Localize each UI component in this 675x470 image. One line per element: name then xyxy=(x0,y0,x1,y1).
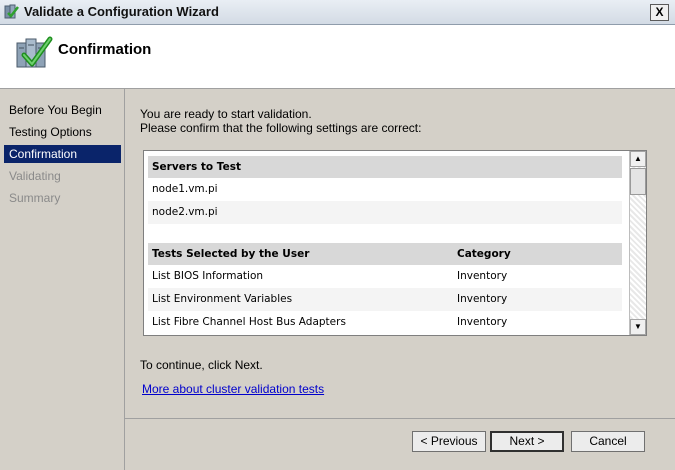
category-column-header: Category xyxy=(457,248,511,260)
test-name: List Fibre Channel Host Bus Adapters xyxy=(152,316,346,328)
continue-instruction: To continue, click Next. xyxy=(140,358,263,372)
more-info-link[interactable]: More about cluster validation tests xyxy=(142,382,324,396)
wizard-steps-nav: Before You Begin Testing Options Confirm… xyxy=(0,89,125,470)
test-row: List Fibre Channel Host Bus Adapters Inv… xyxy=(148,311,622,334)
scroll-thumb[interactable] xyxy=(630,168,646,195)
server-row: node1.vm.pi xyxy=(152,183,218,195)
window-title: Validate a Configuration Wizard xyxy=(24,4,219,19)
nav-item-testing-options[interactable]: Testing Options xyxy=(4,123,121,141)
test-row: List Environment Variables Inventory xyxy=(148,288,622,311)
servers-section-header: Servers to Test xyxy=(148,156,622,178)
nav-item-validating: Validating xyxy=(9,169,61,183)
wizard-footer: < Previous Next > Cancel xyxy=(125,420,675,470)
previous-button[interactable]: < Previous xyxy=(412,431,486,452)
tests-column-header: Tests Selected by the User xyxy=(152,248,310,260)
settings-list-content: Servers to Test node1.vm.pi node2.vm.pi … xyxy=(148,156,622,334)
title-bar: Validate a Configuration Wizard X xyxy=(0,0,675,25)
intro-line-1: You are ready to start validation. xyxy=(140,107,312,121)
server-row: node2.vm.pi xyxy=(148,201,622,224)
server-checkmark-icon xyxy=(16,36,53,68)
next-button[interactable]: Next > xyxy=(490,431,564,452)
test-category: Inventory xyxy=(457,270,508,282)
test-name: List BIOS Information xyxy=(152,270,264,282)
content-panel: You are ready to start validation. Pleas… xyxy=(125,89,675,420)
settings-list[interactable]: Servers to Test node1.vm.pi node2.vm.pi … xyxy=(143,150,647,336)
scroll-down-button[interactable]: ▼ xyxy=(630,319,646,335)
arrow-down-icon: ▼ xyxy=(634,322,642,331)
nav-item-summary: Summary xyxy=(9,191,61,205)
footer-divider xyxy=(125,418,675,419)
test-row: List BIOS Information Inventory xyxy=(148,265,622,288)
wizard-header: Confirmation xyxy=(0,25,675,89)
test-category: Inventory xyxy=(457,316,508,328)
scroll-up-button[interactable]: ▲ xyxy=(630,151,646,167)
vertical-scrollbar[interactable]: ▲ ▼ xyxy=(629,151,646,335)
close-icon: X xyxy=(655,5,664,19)
close-button[interactable]: X xyxy=(650,4,669,21)
page-title: Confirmation xyxy=(58,41,152,58)
nav-item-before-you-begin[interactable]: Before You Begin xyxy=(4,101,121,119)
arrow-up-icon: ▲ xyxy=(634,154,642,163)
wizard-app-icon xyxy=(4,4,19,19)
intro-line-2: Please confirm that the following settin… xyxy=(140,121,422,135)
nav-item-confirmation[interactable]: Confirmation xyxy=(4,145,121,163)
test-name: List Environment Variables xyxy=(152,293,293,305)
test-category: Inventory xyxy=(457,293,508,305)
intro-text: You are ready to start validation. Pleas… xyxy=(140,107,421,135)
cancel-button[interactable]: Cancel xyxy=(571,431,645,452)
tests-section-header: Tests Selected by the User Category xyxy=(148,243,622,265)
